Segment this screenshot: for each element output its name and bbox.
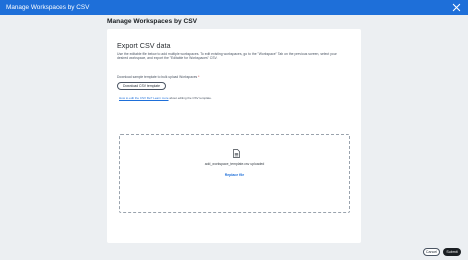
help-text: How to edit the CSV file? Learn more abo…: [119, 96, 212, 100]
help-rest-text: about editing the CSV template.: [168, 96, 212, 100]
download-template-button[interactable]: Download CSV template: [117, 82, 166, 90]
replace-file-link[interactable]: Replace file: [120, 173, 349, 177]
close-icon[interactable]: [452, 3, 461, 12]
download-label: Download sample template to bulk upload …: [117, 75, 199, 79]
required-mark: *: [198, 75, 200, 79]
download-label-text: Download sample template to bulk upload …: [117, 75, 198, 79]
export-title: Export CSV data: [117, 41, 171, 50]
page-title: Manage Workspaces by CSV: [107, 18, 198, 25]
file-icon: [233, 149, 240, 158]
file-dropzone[interactable]: add_workspace_template.csv uploaded Repl…: [119, 134, 350, 213]
uploaded-file-name: add_workspace_template.csv uploaded: [204, 162, 265, 166]
export-card: Export CSV data Use the editable file be…: [107, 29, 361, 243]
export-description: Use the editable file below to add multi…: [117, 52, 337, 61]
window-titlebar: Manage Workspaces by CSV: [0, 0, 468, 15]
window-title: Manage Workspaces by CSV: [6, 4, 90, 11]
learn-more-link[interactable]: How to edit the CSV file? Learn more: [119, 96, 169, 100]
submit-button[interactable]: Submit: [443, 248, 461, 256]
cancel-button[interactable]: Cancel: [423, 248, 440, 256]
